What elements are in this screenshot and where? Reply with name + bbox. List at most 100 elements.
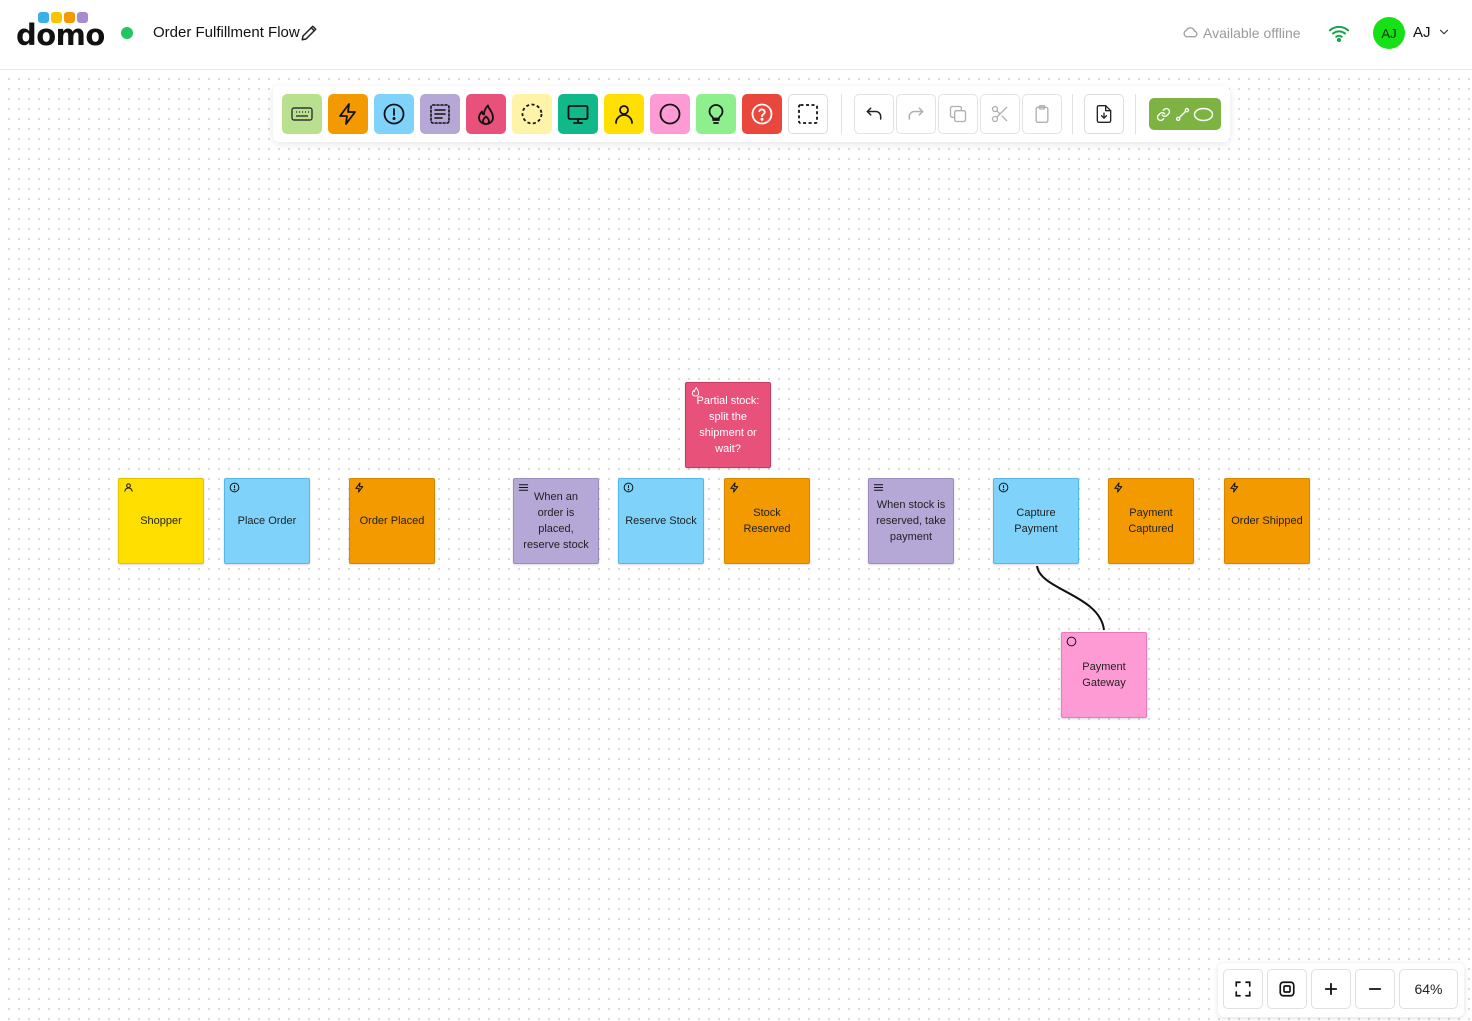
hotspot-tool[interactable] [466,94,506,134]
opportunity-tool[interactable] [696,94,736,134]
sticky-command-reserve-stock[interactable]: Reserve Stock [618,478,704,564]
offline-status[interactable]: Available offline [1182,24,1301,41]
keyboard-icon [291,107,313,121]
redo-icon [908,107,924,120]
center-view-button[interactable] [1267,969,1307,1009]
sticky-text: Reserve Stock [625,515,697,527]
wifi-icon [1328,23,1350,43]
sticky-command-place-order[interactable]: Place Order [224,478,310,564]
sticky-text: Order Placed [359,515,425,527]
dashed-circle-icon [521,103,543,125]
connector-tools[interactable] [1149,98,1221,130]
sticky-text: When stock is reserved, take payment [876,499,946,543]
toolbar-divider [841,94,842,134]
exclamation-icon [623,482,634,493]
lightbulb-icon [708,104,724,124]
avatar[interactable]: AJ [1373,17,1405,49]
fit-screen-button[interactable] [1223,969,1263,1009]
offline-label: Available offline [1203,24,1301,41]
exclamation-icon [383,103,405,125]
sticky-text: Place Order [237,515,297,527]
cloud-icon [1183,27,1198,38]
lightning-icon [1114,482,1123,493]
paste-button[interactable] [1022,94,1062,134]
zoom-controls: 64% [1218,963,1464,1017]
export-button[interactable] [1084,94,1124,134]
dashed-square-icon [798,104,818,124]
sticky-policy-reserve-stock[interactable]: When an order is placed, reserve stock [513,478,599,564]
connection-line[interactable] [1030,560,1110,635]
sticky-text: Order Shipped [1231,515,1303,527]
fullscreen-icon [1235,981,1251,997]
sticky-toolbar [273,86,1230,142]
board-title[interactable]: Order Fulfillment Flow [153,24,300,41]
sticky-text: Shopper [140,515,182,527]
sticky-actor-shopper[interactable]: Shopper [118,478,204,564]
plus-icon [1324,982,1338,996]
app-header: domo Order Fulfillment Flow Available of… [0,0,1472,70]
sticky-text: Payment Captured [1128,507,1174,535]
zoom-level[interactable]: 64% [1399,969,1458,1009]
event-tool[interactable] [328,94,368,134]
circle-icon [659,103,681,125]
link-icon[interactable] [1156,107,1171,122]
lightning-icon [1230,482,1239,493]
sticky-event-payment-captured[interactable]: Payment Captured [1108,478,1194,564]
question-icon [751,103,773,125]
external-system-tool[interactable] [650,94,690,134]
sticky-event-stock-reserved[interactable]: Stock Reserved [724,478,810,564]
person-icon [124,483,133,492]
sticky-external-payment-gateway[interactable]: Payment Gateway [1061,632,1147,718]
aggregate-tool[interactable] [512,94,552,134]
cut-icon [991,105,1008,123]
ellipse-icon[interactable] [1193,107,1214,122]
monitor-icon [567,105,589,124]
pencil-icon[interactable] [300,24,318,42]
copy-button[interactable] [938,94,978,134]
sticky-text: When an order is placed, reserve stock [523,491,589,551]
logo-text: domo [16,18,105,52]
lightning-icon [730,482,739,493]
sticky-event-order-shipped[interactable]: Order Shipped [1224,478,1310,564]
flame-icon [691,387,700,397]
exclamation-icon [998,482,1009,493]
zoom-in-button[interactable] [1311,969,1351,1009]
policy-tool[interactable] [420,94,460,134]
exclamation-icon [229,482,240,493]
actor-tool[interactable] [604,94,644,134]
read-model-tool[interactable] [558,94,598,134]
circle-icon [1066,636,1077,647]
domo-logo[interactable]: domo [16,12,105,50]
toolbar-divider [1072,94,1073,134]
zoom-out-button[interactable] [1355,969,1395,1009]
connector-line-icon[interactable] [1175,107,1190,122]
sticky-text: Partial stock: split the shipment or wai… [696,395,760,455]
list-icon [430,104,450,124]
undo-button[interactable] [854,94,894,134]
clipboard-icon [1035,105,1049,123]
chevron-down-icon[interactable] [1437,25,1451,39]
toolbar-divider [1135,94,1136,134]
export-icon [1096,105,1112,124]
list-icon [873,484,884,491]
sticky-text: Stock Reserved [743,507,791,535]
redo-button[interactable] [896,94,936,134]
user-name[interactable]: AJ [1413,24,1431,41]
sticky-event-order-placed[interactable]: Order Placed [349,478,435,564]
sync-status-indicator [121,27,133,39]
cut-button[interactable] [980,94,1020,134]
minus-icon [1368,988,1382,990]
sticky-policy-take-payment[interactable]: When stock is reserved, take payment [868,478,954,564]
question-tool[interactable] [742,94,782,134]
list-icon [518,484,529,491]
focus-icon [1279,981,1295,997]
comment-tool[interactable] [282,94,322,134]
copy-icon [949,105,967,123]
lightning-icon [339,103,356,125]
sticky-hotspot-partial-stock[interactable]: Partial stock: split the shipment or wai… [685,382,771,468]
boundary-tool[interactable] [788,94,828,134]
person-icon [615,105,633,124]
flame-icon [478,104,494,125]
command-tool[interactable] [374,94,414,134]
sticky-command-capture-payment[interactable]: Capture Payment [993,478,1079,564]
